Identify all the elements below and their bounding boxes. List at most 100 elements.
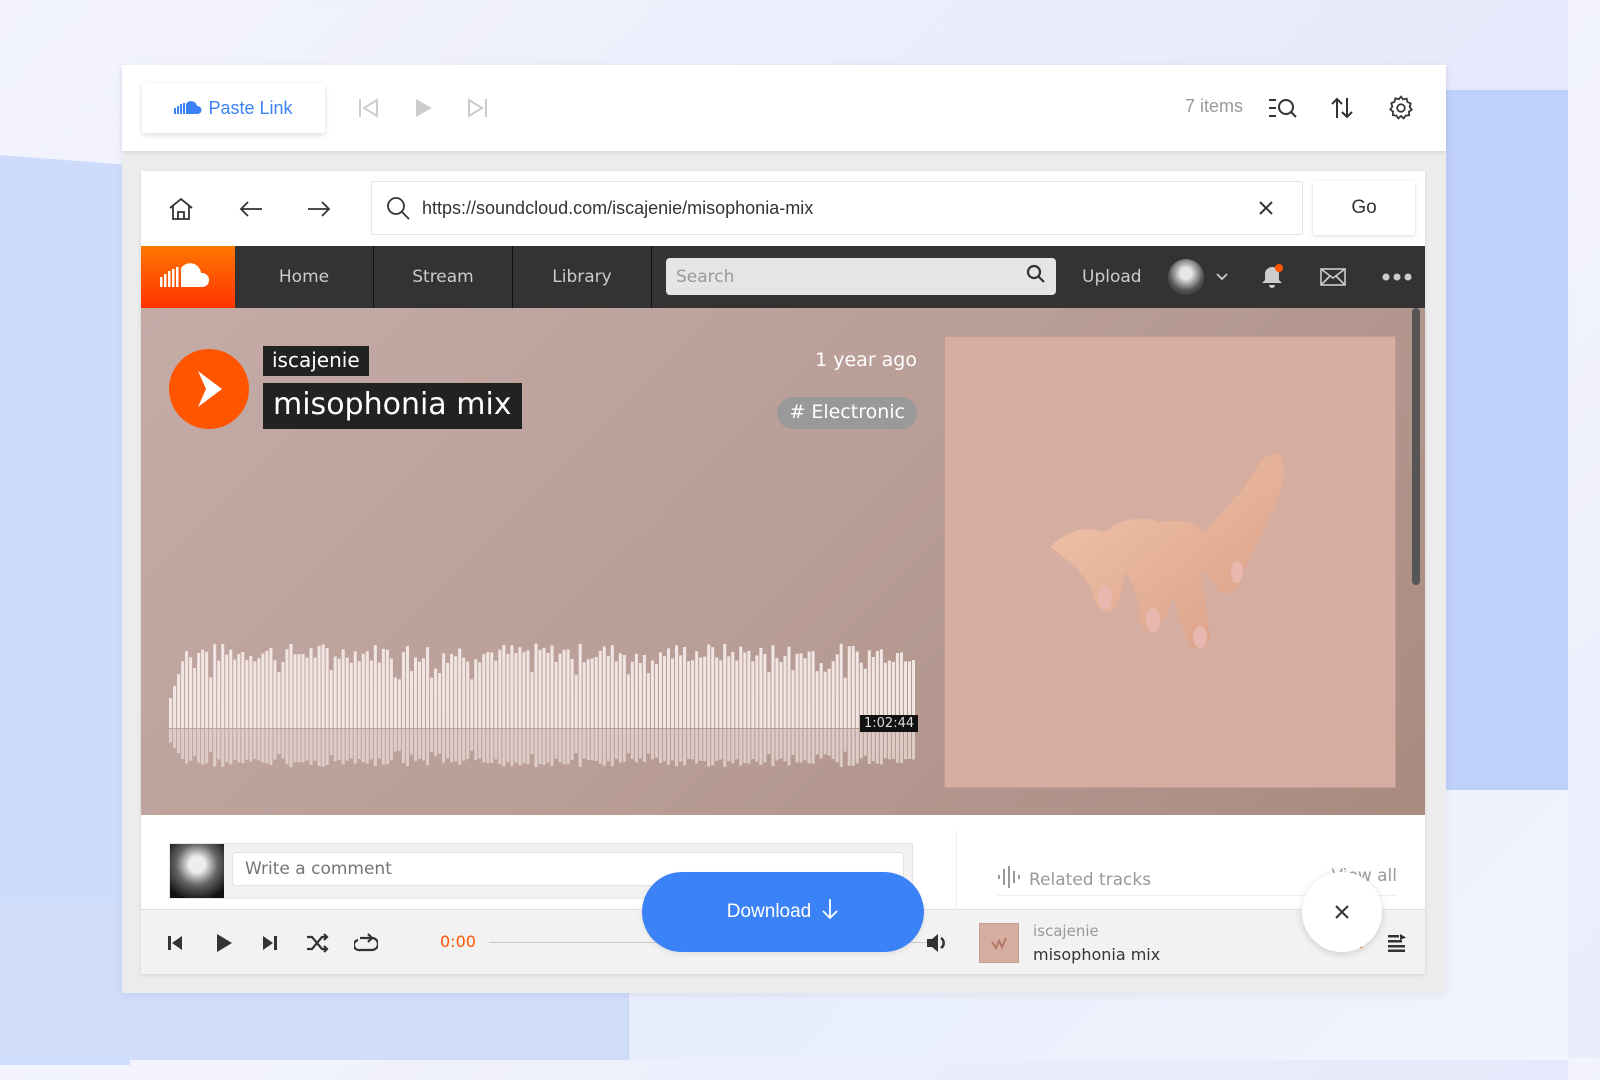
waveform-reflection-bar xyxy=(297,729,301,763)
waveform-reflection-bar xyxy=(610,729,614,767)
shuffle-icon[interactable] xyxy=(305,930,331,956)
waveform-reflection-bar xyxy=(401,729,405,764)
waveform-reflection-bar xyxy=(727,729,731,762)
waveform-reflection-bar xyxy=(683,729,687,766)
play-icon[interactable] xyxy=(409,93,439,123)
waveform-bar xyxy=(711,647,715,728)
search-list-icon[interactable] xyxy=(1268,93,1298,123)
cloud-icon xyxy=(174,98,202,119)
clear-url-icon[interactable] xyxy=(1258,200,1274,216)
notifications-bell-icon[interactable] xyxy=(1260,246,1284,308)
repeat-icon[interactable] xyxy=(353,930,379,956)
more-options-icon[interactable] xyxy=(1382,246,1412,308)
waveform-bar xyxy=(189,657,193,728)
waveform-reflection-bar xyxy=(277,729,281,755)
messages-envelope-icon[interactable] xyxy=(1319,246,1346,308)
waveform-reflection-bar xyxy=(767,729,771,755)
related-tracks-heading: Related tracks xyxy=(1029,869,1152,890)
waveform-reflection-bar xyxy=(281,729,285,759)
waveform-reflection-bar xyxy=(538,729,542,765)
waveform-reflection-bar xyxy=(646,729,650,754)
waveform-bar xyxy=(839,643,843,728)
waveform-reflection-bar xyxy=(530,729,534,755)
previous-track-icon[interactable] xyxy=(162,930,188,956)
waveform-reflection-bar xyxy=(333,729,337,762)
settings-icon[interactable] xyxy=(1386,93,1416,123)
waveform-bar xyxy=(522,652,526,728)
waveform-reflection-bar xyxy=(795,729,799,763)
waveform-bar xyxy=(699,657,703,728)
sc-nav-library[interactable]: Library xyxy=(513,246,652,308)
waveform-reflection-bar xyxy=(703,729,707,762)
waveform-bar xyxy=(353,651,357,728)
search-icon[interactable] xyxy=(1026,264,1046,289)
waveform-reflection-bar xyxy=(213,729,217,767)
waveform-bar xyxy=(301,653,305,728)
waveform-reflection-bar xyxy=(313,729,317,761)
sc-upload-link[interactable]: Upload xyxy=(1082,246,1142,308)
play-track-button[interactable] xyxy=(169,349,249,429)
queue-icon[interactable] xyxy=(1384,930,1410,956)
close-button[interactable] xyxy=(1302,872,1382,952)
waveform-bar xyxy=(767,672,771,728)
now-playing-title[interactable]: misophonia mix xyxy=(1033,945,1160,964)
waveform-bar xyxy=(819,662,823,728)
waveform-reflection-bar xyxy=(671,729,675,761)
sc-nav-stream[interactable]: Stream xyxy=(374,246,513,308)
waveform-bar xyxy=(482,654,486,728)
skip-back-icon[interactable] xyxy=(354,93,384,123)
waveform-bar xyxy=(831,661,835,728)
sc-search-input[interactable]: Search xyxy=(666,258,1056,295)
home-icon[interactable] xyxy=(163,193,199,225)
back-arrow-icon[interactable] xyxy=(233,193,269,225)
soundcloud-logo[interactable] xyxy=(141,246,235,308)
waveform-reflection-bar xyxy=(831,729,835,760)
waveform-bar xyxy=(442,653,446,728)
waveform-reflection-bar xyxy=(654,729,658,758)
chevron-down-icon[interactable] xyxy=(1215,246,1228,308)
paste-link-button[interactable]: Paste Link xyxy=(142,83,325,133)
commenter-avatar xyxy=(170,844,224,898)
waveform-reflection-bar xyxy=(418,729,422,759)
volume-icon[interactable] xyxy=(925,930,951,956)
waveform-reflection-bar xyxy=(662,729,666,762)
user-avatar[interactable] xyxy=(1167,259,1204,295)
go-button[interactable]: Go xyxy=(1313,181,1415,235)
url-input[interactable] xyxy=(422,182,1258,234)
play-icon[interactable] xyxy=(211,930,237,956)
waveform-bar xyxy=(598,651,602,728)
waveform-bar xyxy=(719,660,723,728)
waveform-bar xyxy=(618,653,622,728)
waveform[interactable] xyxy=(169,638,916,773)
waveform-bar xyxy=(763,654,767,728)
genre-tag[interactable]: # Electronic xyxy=(777,397,917,429)
sort-icon[interactable] xyxy=(1327,93,1357,123)
waveform-bar xyxy=(538,649,542,728)
waveform-reflection-bar xyxy=(594,729,598,761)
skip-forward-icon[interactable] xyxy=(462,93,492,123)
waveform-bar xyxy=(795,653,799,728)
download-button[interactable]: Download xyxy=(642,872,924,952)
waveform-reflection-bar xyxy=(755,729,759,762)
waveform-bar xyxy=(827,668,831,728)
forward-arrow-icon[interactable] xyxy=(301,193,337,225)
track-artist[interactable]: iscajenie xyxy=(263,346,369,376)
play-icon xyxy=(198,371,222,407)
waveform-reflection-bar xyxy=(658,729,662,764)
waveform-reflection-bar xyxy=(478,729,482,759)
waveform-bar xyxy=(783,656,787,728)
waveform-reflection-bar xyxy=(225,729,229,763)
waveform-bar xyxy=(803,658,807,728)
now-playing-artwork[interactable] xyxy=(979,923,1019,963)
next-track-icon[interactable] xyxy=(257,930,283,956)
now-playing-artist[interactable]: iscajenie xyxy=(1033,922,1099,940)
waveform-bar xyxy=(671,658,675,728)
sc-nav-home[interactable]: Home xyxy=(235,246,374,308)
waveform-bar xyxy=(691,660,695,728)
page-scrollbar[interactable] xyxy=(1412,308,1420,585)
waveform-bar xyxy=(558,653,562,728)
waveform-reflection-bar xyxy=(883,729,887,759)
waveform-reflection-bar xyxy=(847,729,851,766)
waveform-reflection-bar xyxy=(899,729,903,764)
waveform-bar xyxy=(446,662,450,728)
